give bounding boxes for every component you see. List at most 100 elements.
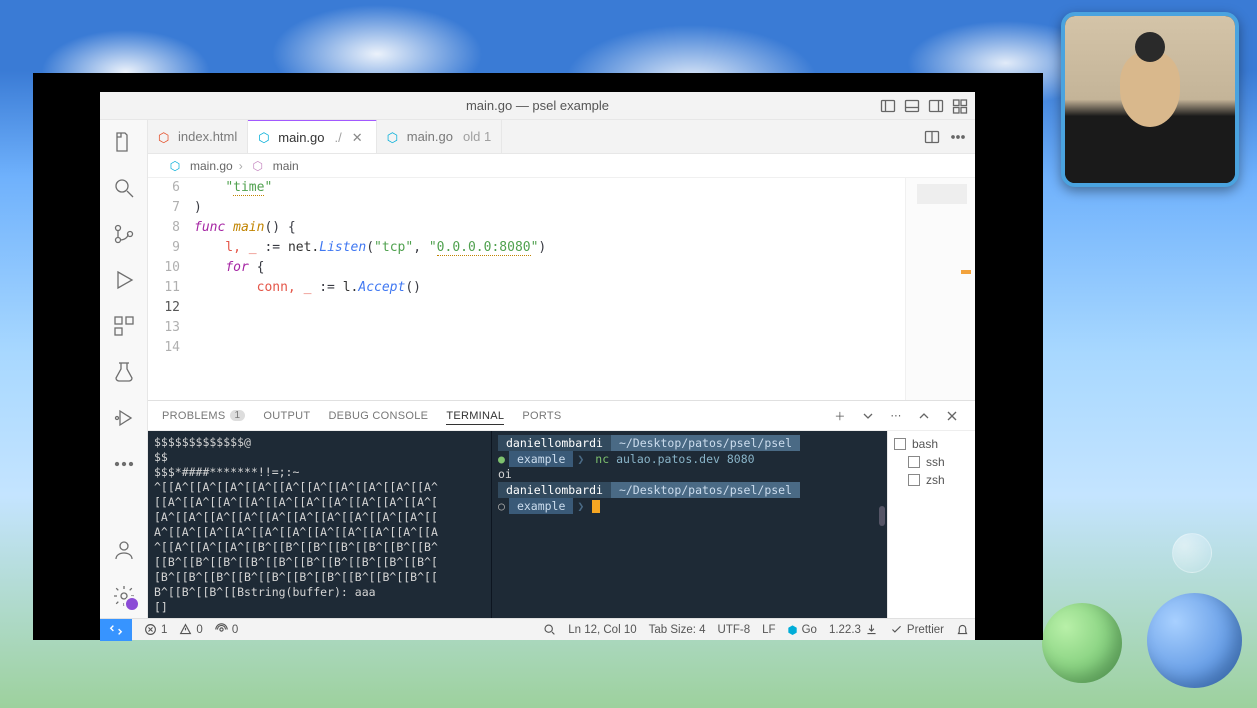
cmd-args: aulao.patos.dev 8080 [616, 452, 754, 466]
go-file-icon: ⬡ [387, 130, 401, 144]
terminal-output-line: [[A^[[A^[[A^[[A^[[A^[[A^[[A^[[A^[[A^[[A^… [154, 495, 485, 510]
status-encoding[interactable]: UTF-8 [712, 623, 757, 637]
tab-problems[interactable]: PROBLEMS1 [162, 410, 245, 422]
settings-gear-icon[interactable] [110, 582, 138, 610]
terminal-pane-left[interactable]: $$$$$$$$$$$$$@$$ $$$*####*******!!=;:~^[… [148, 431, 492, 618]
status-formatter[interactable]: Prettier [884, 623, 950, 637]
status-ports[interactable]: 0 [209, 623, 244, 636]
shell-name: zsh [926, 473, 945, 487]
terminal-output-line: [[B^[[B^[[B^[[B^[[B^[[B^[[B^[[B^[[B^[[B^… [154, 555, 485, 570]
debug-alt-icon[interactable] [110, 404, 138, 432]
status-bell-icon[interactable] [950, 623, 975, 637]
panel-maximize-icon[interactable] [915, 407, 933, 425]
terminal-list-item[interactable]: bash [894, 435, 969, 453]
testing-icon[interactable] [110, 358, 138, 386]
tab-ellipsis-icon[interactable] [949, 128, 967, 146]
close-icon[interactable]: ✕ [352, 130, 366, 144]
prompt-arrow-icon: ❯ [577, 452, 584, 466]
terminal-output-line: [B^[[B^[[B^[[B^[[B^[[B^[[B^[[B^[[B^[[B^[… [154, 570, 485, 585]
tab-label: main.go [407, 129, 453, 144]
breadcrumb[interactable]: ⬡ main.go › ⬡ main [148, 154, 975, 178]
activity-bar [100, 120, 148, 618]
status-cursor[interactable]: Ln 12, Col 10 [562, 623, 642, 637]
editor-tab[interactable]: ⬡ index.html [148, 120, 248, 153]
status-warnings[interactable]: 0 [173, 623, 208, 636]
terminal-list-item[interactable]: zsh [894, 471, 969, 489]
desktop-wallpaper: main.go — psel example [0, 0, 1257, 708]
minimap[interactable] [905, 178, 975, 400]
account-icon[interactable] [110, 536, 138, 564]
tab-suffix: old 1 [463, 129, 491, 144]
split-editor-icon[interactable] [923, 128, 941, 146]
status-language[interactable]: ⬢ Go [782, 623, 823, 637]
prompt-user: daniellombardi [498, 435, 611, 451]
breadcrumb-symbol: main [273, 159, 299, 173]
extensions-icon[interactable] [110, 312, 138, 340]
line-gutter: 67891011121314 [148, 178, 194, 400]
prompt-path: ~/Desktop/patos/psel/psel [611, 482, 800, 498]
terminal-output-line: [A^[[A^[[A^[[A^[[A^[[A^[[A^[[A^[[A^[[A^[… [154, 510, 485, 525]
layout-panel-icon[interactable] [903, 97, 921, 115]
terminal-icon [894, 438, 906, 450]
panel-tabbar: PROBLEMS1 OUTPUT DEBUG CONSOLE TERMINAL … [148, 401, 975, 431]
layout-grid-icon[interactable] [951, 97, 969, 115]
editor[interactable]: 67891011121314 "time")func main() { l, _… [148, 178, 905, 400]
terminal-dropdown-icon[interactable] [859, 407, 877, 425]
terminal-output-line: [] [154, 600, 485, 615]
terminal-output-line: B^[[B^[[B^[[Bstring(buffer): aaa [154, 585, 485, 600]
terminal-list-item[interactable]: ssh [894, 453, 969, 471]
go-file-icon: ⬡ [258, 130, 272, 144]
tab-label: index.html [178, 129, 237, 144]
terminal-output-line: ^[[A^[[A^[[A^[[A^[[A^[[A^[[A^[[A^[[A^[[A… [154, 480, 485, 495]
prompt-project: example [509, 451, 573, 467]
layout-sidebar-right-icon[interactable] [927, 97, 945, 115]
terminal-output-line: $$$$$$$$$$$$$@ [154, 435, 485, 450]
symbol-icon: ⬡ [249, 157, 267, 175]
remote-indicator[interactable] [100, 619, 132, 641]
editor-tab[interactable]: ⬡ main.go old 1 [377, 120, 502, 153]
status-tabsize[interactable]: Tab Size: 4 [643, 623, 712, 637]
search-icon[interactable] [110, 174, 138, 202]
bottom-panel: PROBLEMS1 OUTPUT DEBUG CONSOLE TERMINAL … [148, 400, 975, 618]
status-errors[interactable]: 1 [138, 623, 173, 636]
terminal-scrollbar[interactable] [879, 506, 885, 526]
terminal-list: bash ssh zsh [887, 431, 975, 618]
vscode-window: main.go — psel example [100, 92, 975, 640]
html-file-icon: ⬡ [158, 130, 172, 144]
terminal-icon [908, 474, 920, 486]
status-zoom-icon[interactable] [537, 623, 562, 637]
breadcrumb-file: main.go [190, 159, 233, 173]
terminal-pane-right[interactable]: daniellombardi~/Desktop/patos/psel/psel … [492, 431, 887, 618]
explorer-icon[interactable] [110, 128, 138, 156]
tab-label: main.go [278, 130, 324, 145]
terminal-output-line: A^[[A^[[A^[[A^[[A^[[A^[[A^[[A^[[A^[[A^[[… [154, 525, 485, 540]
terminal-output-line: $$$*####*******!!=;:~ [154, 465, 485, 480]
tab-debug-console[interactable]: DEBUG CONSOLE [328, 410, 428, 422]
editor-tab[interactable]: ⬡ main.go ./ ✕ [248, 119, 376, 153]
chevron-right-icon: › [239, 159, 243, 173]
go-file-icon: ⬡ [166, 157, 184, 175]
run-debug-icon[interactable] [110, 266, 138, 294]
shell-name: ssh [926, 455, 945, 469]
titlebar: main.go — psel example [100, 92, 975, 120]
new-terminal-icon[interactable]: ＋ [831, 407, 849, 425]
wallpaper-bubbles [1042, 573, 1242, 693]
statusbar: 1 0 0 Ln 12, Col 10 Tab Size: 4 UTF-8 LF… [100, 618, 975, 640]
tab-terminal[interactable]: TERMINAL [446, 410, 504, 425]
tab-output[interactable]: OUTPUT [263, 410, 310, 422]
status-eol[interactable]: LF [756, 623, 781, 637]
code-area[interactable]: "time")func main() { l, _ := net.Listen(… [194, 178, 905, 400]
prompt-arrow-icon: ❯ [577, 499, 584, 513]
editor-tabbar: ⬡ index.html ⬡ main.go ./ ✕ ⬡ main.go old 1 [148, 120, 975, 154]
terminal-output-line: oi [498, 467, 881, 482]
cmd-binary: nc [595, 452, 609, 466]
panel-close-icon[interactable] [943, 407, 961, 425]
ellipsis-icon[interactable] [110, 450, 138, 478]
panel-ellipsis-icon[interactable]: ⋯ [887, 407, 905, 425]
status-go-version[interactable]: 1.22.3 [823, 623, 884, 637]
tab-suffix: ./ [335, 130, 342, 145]
layout-sidebar-left-icon[interactable] [879, 97, 897, 115]
tab-ports[interactable]: PORTS [522, 410, 561, 422]
source-control-icon[interactable] [110, 220, 138, 248]
status-dot-running-icon: ● [498, 452, 505, 466]
